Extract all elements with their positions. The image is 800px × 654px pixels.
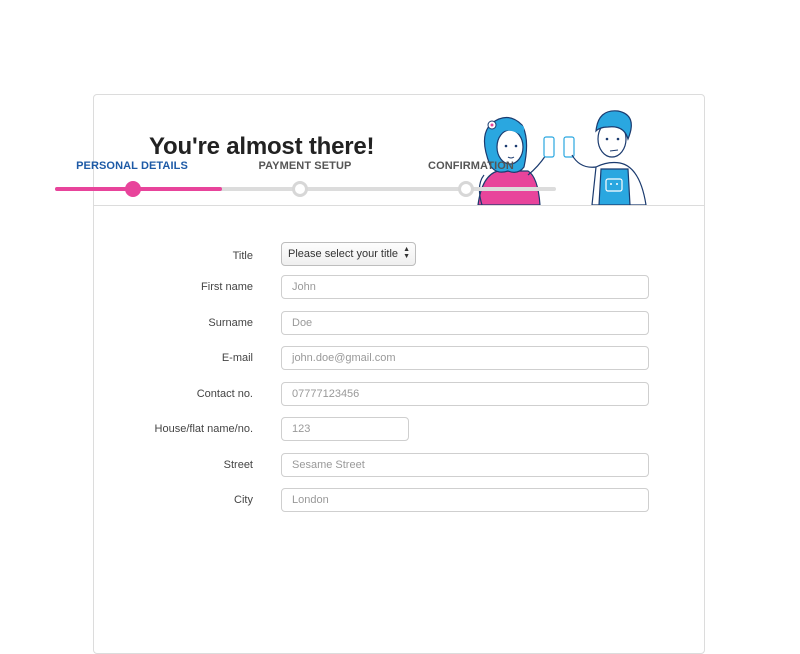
- surname-row: Surname Doe: [93, 311, 705, 337]
- surname-input[interactable]: Doe: [281, 311, 649, 335]
- step-payment-setup[interactable]: PAYMENT SETUP: [230, 160, 380, 172]
- step-dot-personal-details: [125, 181, 141, 197]
- title-select[interactable]: Please select your title ▲ ▼: [281, 242, 416, 266]
- step-dot-payment-setup: [292, 181, 308, 197]
- email-row: E-mail john.doe@gmail.com: [93, 346, 705, 372]
- contact-row: Contact no. 07777123456: [93, 382, 705, 408]
- title-label: Title: [232, 250, 253, 262]
- city-input[interactable]: London: [281, 488, 649, 512]
- city-label: City: [234, 494, 253, 506]
- street-row: Street Sesame Street: [93, 453, 705, 479]
- first-name-input[interactable]: John: [281, 275, 649, 299]
- street-input[interactable]: Sesame Street: [281, 453, 649, 477]
- street-label: Street: [223, 459, 253, 471]
- house-row: House/flat name/no. 123: [93, 417, 705, 443]
- first-name-label: First name: [201, 281, 253, 293]
- email-label: E-mail: [221, 352, 253, 364]
- step-confirmation[interactable]: CONFIRMATION: [396, 160, 546, 172]
- email-input[interactable]: john.doe@gmail.com: [281, 346, 649, 370]
- step-personal-details[interactable]: PERSONAL DETAILS: [57, 160, 207, 172]
- surname-label: Surname: [208, 317, 253, 329]
- updown-chevron-icon: ▲ ▼: [403, 246, 410, 260]
- house-label: House/flat name/no.: [154, 423, 253, 435]
- house-input[interactable]: 123: [281, 417, 409, 441]
- title-row: Title Please select your title ▲ ▼: [93, 242, 705, 270]
- city-row: City London: [93, 488, 705, 514]
- progress-stepper: PERSONAL DETAILS PAYMENT SETUP CONFIRMAT…: [55, 156, 556, 197]
- title-select-value: Please select your title: [288, 248, 399, 260]
- step-dot-confirmation: [458, 181, 474, 197]
- contact-label: Contact no.: [196, 388, 253, 400]
- contact-input[interactable]: 07777123456: [281, 382, 649, 406]
- first-name-row: First name John: [93, 275, 705, 301]
